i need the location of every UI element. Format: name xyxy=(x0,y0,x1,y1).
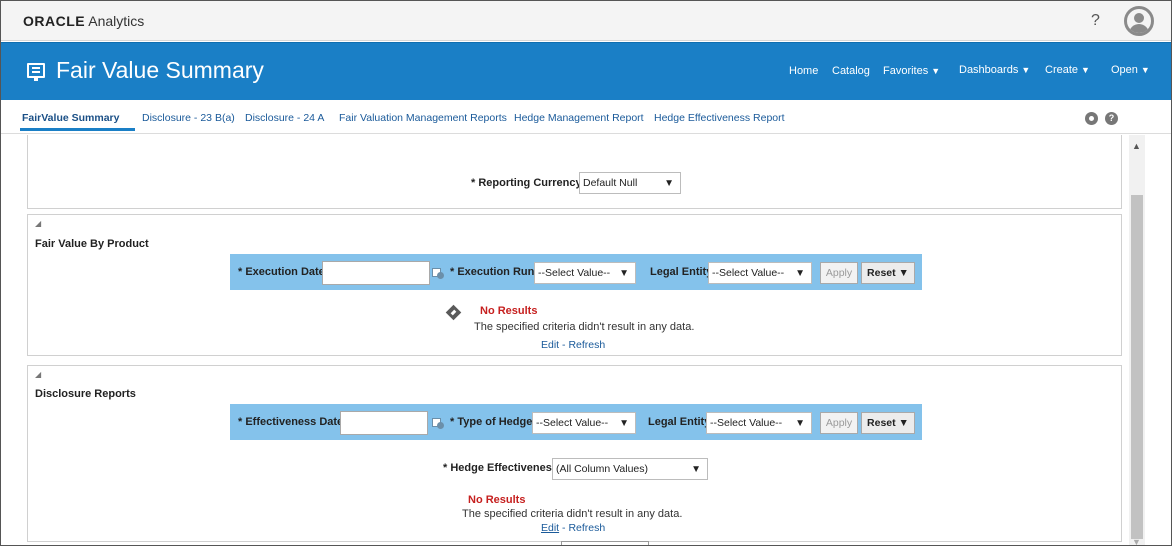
scrollbar-thumb[interactable] xyxy=(1131,195,1143,539)
reporting-currency-panel: * Reporting Currency Default Null ▼ xyxy=(27,135,1122,209)
nav-home[interactable]: Home xyxy=(789,65,818,77)
brand-analytics: Analytics xyxy=(88,13,145,29)
hedge-effectiveness-label: * Hedge Effectiveness xyxy=(443,462,558,474)
edit-refresh-links: Edit - Refresh xyxy=(541,522,605,534)
calendar-icon[interactable] xyxy=(432,417,444,429)
reporting-currency-label: * Reporting Currency xyxy=(471,177,582,189)
nav-create-label: Create xyxy=(1045,64,1079,76)
avatar-shoulders xyxy=(1129,24,1149,33)
execution-run-select[interactable]: --Select Value-- ▼ xyxy=(534,262,636,284)
legal-entity-value: --Select Value-- xyxy=(712,267,785,279)
info-icon xyxy=(445,304,462,321)
section-title: Fair Value By Product xyxy=(35,238,149,250)
nav-favorites[interactable]: Favorites ▼ xyxy=(883,65,940,77)
partial-control xyxy=(561,541,649,545)
dashboard-icon xyxy=(27,63,45,81)
no-results-label: No Results xyxy=(480,305,538,317)
execution-date-label: * Execution Date xyxy=(238,266,325,278)
no-results-message: The specified criteria didn't result in … xyxy=(462,508,683,520)
nav-create[interactable]: Create ▼ xyxy=(1045,64,1090,76)
apply-button[interactable]: Apply xyxy=(820,262,858,284)
disclosure-reports-panel: ◢ Disclosure Reports * Effectiveness Dat… xyxy=(27,365,1122,542)
reporting-currency-select[interactable]: Default Null ▼ xyxy=(579,172,681,194)
chevron-down-icon: ▼ xyxy=(1140,65,1150,75)
edit-link[interactable]: Edit xyxy=(541,339,559,351)
hedge-effectiveness-select[interactable]: (All Column Values) ▼ xyxy=(552,458,708,480)
execution-run-value: --Select Value-- xyxy=(538,267,611,279)
nav-open-label: Open xyxy=(1111,64,1138,76)
legal-entity-label: Legal Entity xyxy=(650,266,713,278)
effectiveness-date-label: * Effectiveness Date xyxy=(238,416,344,428)
gear-icon[interactable] xyxy=(1085,112,1098,125)
legal-entity-label: Legal Entity xyxy=(648,416,711,428)
hedge-effectiveness-value: (All Column Values) xyxy=(556,463,649,475)
execution-run-label: * Execution Run xyxy=(450,266,535,278)
reset-button[interactable]: Reset ▼ xyxy=(861,412,915,434)
collapse-icon[interactable]: ◢ xyxy=(35,370,41,379)
tab-hedge-management-report[interactable]: Hedge Management Report xyxy=(514,112,644,124)
brand-oracle: ORACLE xyxy=(23,13,86,29)
dropdown-arrow-icon: ▼ xyxy=(619,268,629,279)
fair-value-by-product-panel: ◢ Fair Value By Product * Execution Date… xyxy=(27,214,1122,356)
tab-disclosure-24a[interactable]: Disclosure - 24 A xyxy=(245,112,324,124)
execution-date-input[interactable] xyxy=(322,261,430,285)
nav-catalog[interactable]: Catalog xyxy=(832,65,870,77)
oracle-analytics-logo[interactable]: ORACLE Analytics xyxy=(23,13,144,29)
dashboard-content: * Reporting Currency Default Null ▼ ◢ Fa… xyxy=(1,135,1129,545)
scroll-up-icon[interactable]: ▲ xyxy=(1132,141,1141,151)
tab-disclosure-23ba[interactable]: Disclosure - 23 B(a) xyxy=(142,112,235,124)
avatar-head xyxy=(1134,13,1144,23)
tab-hedge-effectiveness-report[interactable]: Hedge Effectiveness Report xyxy=(654,112,785,124)
legal-entity-select[interactable]: --Select Value-- ▼ xyxy=(706,412,812,434)
prompt-bar: * Execution Date * Execution Run --Selec… xyxy=(230,254,922,290)
chevron-down-icon: ▼ xyxy=(931,66,941,76)
scroll-down-icon[interactable]: ▼ xyxy=(1132,537,1141,545)
edit-link[interactable]: Edit xyxy=(541,522,559,534)
reporting-currency-value: Default Null xyxy=(583,177,638,189)
help-circle-icon[interactable]: ? xyxy=(1105,112,1118,125)
refresh-link[interactable]: Refresh xyxy=(568,339,605,351)
type-of-hedge-value: --Select Value-- xyxy=(536,417,609,429)
top-bar: ORACLE Analytics ? xyxy=(1,1,1171,41)
calendar-icon[interactable] xyxy=(432,267,444,279)
dropdown-arrow-icon: ▼ xyxy=(691,464,701,475)
prompt-bar: * Effectiveness Date * Type of Hedge --S… xyxy=(230,404,922,440)
dropdown-arrow-icon: ▼ xyxy=(795,268,805,279)
page-title: Fair Value Summary xyxy=(56,57,264,83)
help-icon[interactable]: ? xyxy=(1091,12,1100,30)
no-results-label: No Results xyxy=(468,494,526,506)
dropdown-arrow-icon: ▼ xyxy=(795,418,805,429)
active-tab-indicator xyxy=(20,128,135,131)
reset-button[interactable]: Reset ▼ xyxy=(861,262,915,284)
chevron-down-icon: ▼ xyxy=(1081,65,1090,75)
collapse-icon[interactable]: ◢ xyxy=(35,219,41,228)
user-avatar-icon[interactable] xyxy=(1124,6,1154,36)
type-of-hedge-label: * Type of Hedge xyxy=(450,416,533,428)
legal-entity-select[interactable]: --Select Value-- ▼ xyxy=(708,262,812,284)
chevron-down-icon: ▼ xyxy=(1021,65,1031,75)
dropdown-arrow-icon: ▼ xyxy=(664,178,674,189)
nav-dashboards-full[interactable]: Dashboards ▼ xyxy=(959,64,1030,76)
effectiveness-date-input[interactable] xyxy=(340,411,428,435)
tab-fairvalue-summary[interactable]: FairValue Summary xyxy=(22,112,119,124)
refresh-link[interactable]: Refresh xyxy=(568,522,605,534)
no-results-message: The specified criteria didn't result in … xyxy=(474,321,695,333)
nav-dashboards-text: Dashboards xyxy=(959,64,1019,76)
legal-entity-value: --Select Value-- xyxy=(710,417,783,429)
edit-refresh-links: Edit - Refresh xyxy=(541,339,605,351)
tab-fair-valuation-management-reports[interactable]: Fair Valuation Management Reports xyxy=(339,112,507,124)
dropdown-arrow-icon: ▼ xyxy=(619,418,629,429)
dashboard-tabs: FairValue Summary Disclosure - 23 B(a) D… xyxy=(1,100,1171,134)
type-of-hedge-select[interactable]: --Select Value-- ▼ xyxy=(532,412,636,434)
nav-open[interactable]: Open ▼ xyxy=(1111,64,1150,76)
nav-favorites-label: Favorites xyxy=(883,65,929,77)
apply-button[interactable]: Apply xyxy=(820,412,858,434)
section-title: Disclosure Reports xyxy=(35,388,136,400)
app-window: ORACLE Analytics ? Fair Value Summary Ho… xyxy=(0,0,1172,546)
